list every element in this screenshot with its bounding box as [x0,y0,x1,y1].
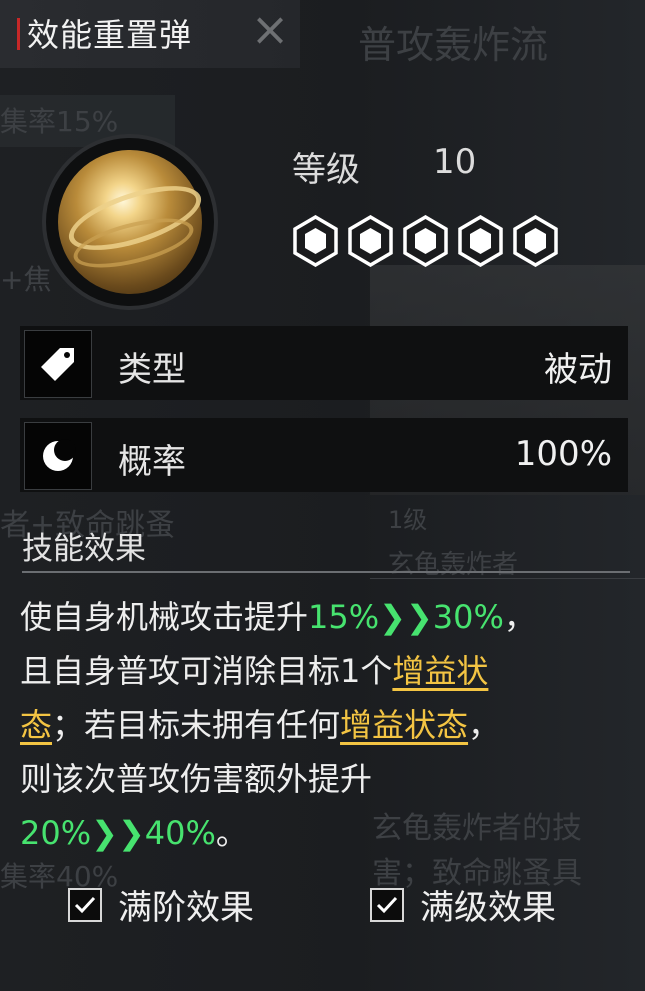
bg-divider [370,578,645,579]
type-value: 被动 [544,350,612,390]
skill-orb-icon [46,138,214,306]
star-hexagon-icon [513,215,558,267]
buff-state-link[interactable]: 态 [20,706,52,744]
upgrade-arrow-icon: ❯❯ [91,814,145,852]
bg-text: +焦 [0,263,52,296]
max-level-label: 满级效果 [420,888,556,928]
desc-text: ；若目标未拥有任何 [52,706,341,744]
level-value: 10 [433,142,477,182]
bg-text: 集率15% [0,105,119,138]
tag-icon [24,330,92,398]
desc-text: 使自身机械攻击提升 [20,598,309,636]
section-divider [22,571,630,573]
title-bar: 效能重置弹 × [0,0,300,68]
value-from: 20% [20,814,92,852]
desc-text: ， [468,706,501,744]
desc-text: 且自身普攻可消除目标1个 [20,652,393,690]
value-from: 15% [308,598,380,636]
type-row: 类型 被动 [20,326,628,400]
value-to: 30% [432,598,504,636]
bg-title: 普攻轰炸流 [358,23,549,67]
desc-text: ， [503,598,536,636]
max-rank-label: 满阶效果 [118,888,254,928]
skill-title: 效能重置弹 [27,16,193,54]
effect-description: 使自身机械攻击提升15%❯❯30%， 且自身普攻可消除目标1个增益状 态；若目标… [20,590,625,860]
effect-section-title: 技能效果 [22,531,146,567]
level-label: 等级 [292,150,360,190]
upgrade-arrow-icon: ❯❯ [379,598,433,636]
value-to: 40% [144,814,216,852]
probability-value: 100% [514,434,612,474]
type-label: 类型 [118,350,186,390]
probability-label: 概率 [118,442,186,482]
buff-state-link[interactable]: 增益状 [392,652,488,690]
buff-state-link[interactable]: 增益状态 [340,706,468,744]
star-rating [292,215,559,267]
check-icon [74,896,96,913]
star-hexagon-icon [348,215,393,267]
probability-row: 概率 100% [20,418,628,492]
checkbox[interactable] [370,887,404,922]
star-hexagon-icon [403,215,448,267]
max-level-toggle[interactable]: 满级效果 [370,880,556,929]
desc-text: 。 [215,814,248,852]
star-hexagon-icon [293,215,338,267]
moon-icon [24,422,92,490]
max-rank-toggle[interactable]: 满阶效果 [68,880,254,929]
checkbox[interactable] [68,887,102,922]
title-accent [17,18,20,50]
close-icon[interactable]: × [245,4,295,54]
bg-text: 玄龟轰炸者 [388,550,519,580]
star-hexagon-icon [458,215,503,267]
check-icon [376,896,398,913]
bg-text: 1级 [388,506,428,534]
desc-text: 则该次普攻伤害额外提升 [20,760,373,798]
